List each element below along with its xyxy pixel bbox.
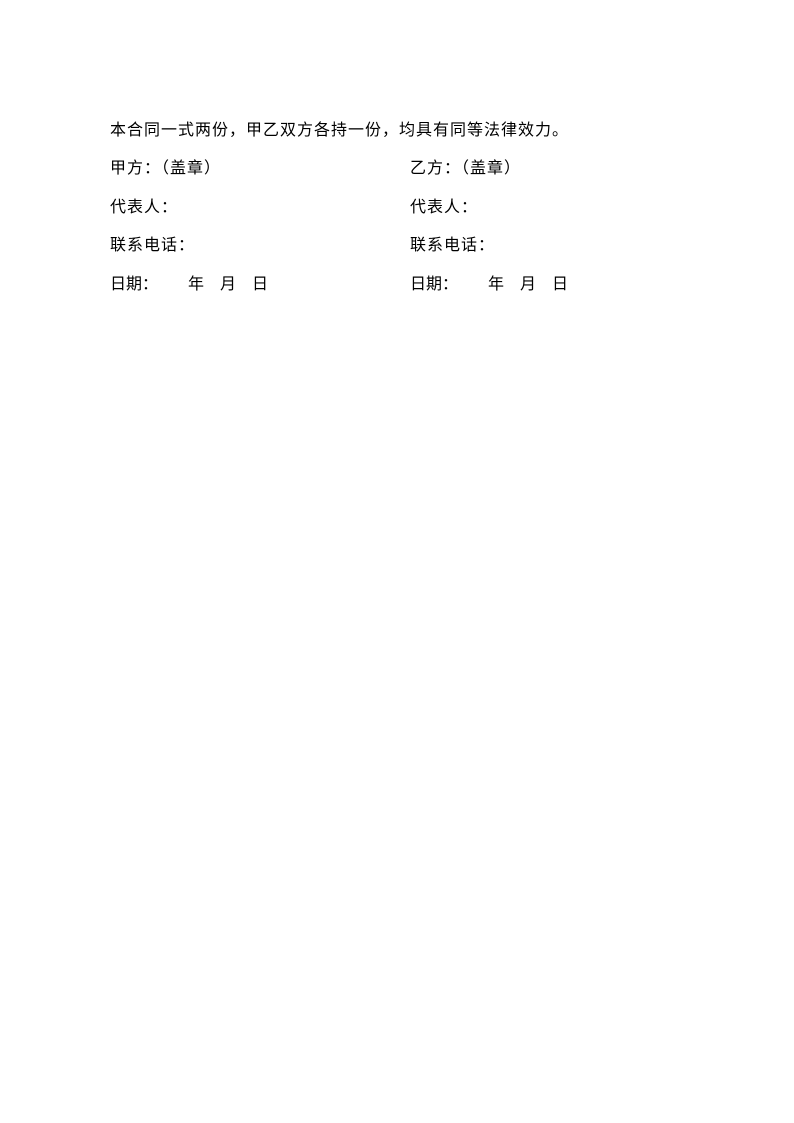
party-a-day: 日 bbox=[252, 276, 268, 293]
intro-text: 本合同一式两份，甲乙双方各持一份，均具有同等法律效力。 bbox=[110, 112, 684, 150]
party-a-phone: 联系电话： bbox=[110, 227, 410, 265]
party-b-month: 月 bbox=[520, 276, 536, 293]
party-b-date-label: 日期： bbox=[410, 276, 458, 293]
date-row: 日期：年月日 日期：年月日 bbox=[110, 266, 684, 304]
seal-row: 甲方：（盖章） 乙方：（盖章） bbox=[110, 150, 684, 188]
phone-row: 联系电话： 联系电话： bbox=[110, 227, 684, 265]
party-a-date-label: 日期： bbox=[110, 276, 158, 293]
party-b-date: 日期： 年月日 bbox=[410, 266, 684, 304]
party-b-phone: 联系电话： bbox=[410, 227, 684, 265]
party-b-day: 日 bbox=[552, 276, 568, 293]
party-a-date: 日期： 年月日 bbox=[110, 266, 410, 304]
representative-row: 代表人： 代表人： bbox=[110, 189, 684, 227]
party-a-month: 月 bbox=[220, 276, 236, 293]
party-a-representative: 代表人： bbox=[110, 189, 410, 227]
party-a-seal: 甲方：（盖章） bbox=[110, 150, 410, 188]
party-b-year: 年 bbox=[488, 276, 504, 293]
contract-signature-page: 本合同一式两份，甲乙双方各持一份，均具有同等法律效力。 甲方：（盖章） 乙方：（… bbox=[0, 0, 794, 304]
party-a-year: 年 bbox=[188, 276, 204, 293]
party-b-seal: 乙方：（盖章） bbox=[410, 150, 684, 188]
party-b-representative: 代表人： bbox=[410, 189, 684, 227]
